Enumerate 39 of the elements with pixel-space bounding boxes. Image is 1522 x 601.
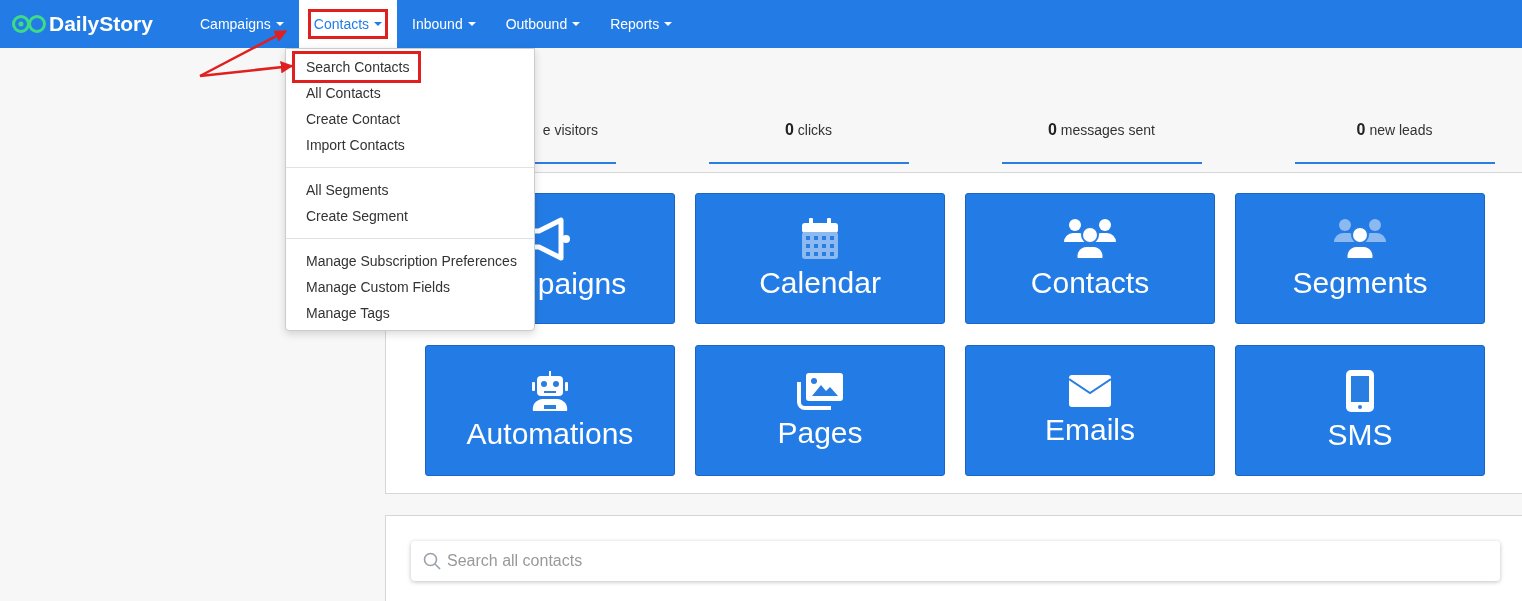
stat-text: 0 messages sent — [1048, 120, 1155, 140]
nav-menu-item[interactable]: Reports — [595, 0, 688, 48]
menu-item[interactable]: All Contacts — [286, 80, 381, 106]
dashboard-tile[interactable]: Segments — [1235, 193, 1485, 324]
robot-icon — [531, 370, 569, 411]
menu-item[interactable]: Import Contacts — [286, 132, 405, 158]
search-icon — [423, 552, 441, 570]
images-icon — [796, 371, 844, 410]
dashboard-tile[interactable]: Pages — [695, 345, 945, 476]
search-field[interactable]: Search all contacts — [411, 541, 1500, 581]
dashboard-tile[interactable]: Contacts — [965, 193, 1215, 324]
menu-item[interactable]: Create Segment — [286, 203, 408, 229]
dashboard-tile[interactable]: SMS — [1235, 345, 1485, 476]
caret-icon — [572, 22, 581, 26]
menu-item[interactable]: All Segments — [286, 177, 389, 203]
stat-text: 0 clicks — [785, 120, 832, 140]
stat-text: e visitors — [542, 121, 598, 140]
caret-icon — [664, 22, 673, 26]
caret-icon — [467, 22, 476, 26]
nav-menu-item[interactable]: Outbound — [490, 0, 596, 48]
people-icon — [1064, 217, 1116, 260]
stat-text: 0 new leads — [1356, 120, 1433, 140]
menu-item[interactable]: Search Contacts — [295, 54, 418, 80]
menu-item[interactable]: Manage Tags — [286, 300, 390, 326]
nav-menu-item[interactable]: Contacts — [298, 0, 398, 48]
brand-name[interactable]: DailyStory — [49, 12, 153, 36]
dashboard-tile[interactable]: Emails — [965, 345, 1215, 476]
calendar-icon — [801, 217, 839, 260]
caret-icon — [374, 22, 383, 26]
logo-icon — [11, 14, 47, 34]
caret-icon — [275, 22, 284, 26]
people-icon — [1334, 217, 1386, 260]
envelope-icon — [1069, 374, 1111, 407]
nav-menu-item[interactable]: Campaigns — [185, 0, 299, 48]
phone-icon — [1346, 369, 1374, 412]
dashboard-tile[interactable]: Calendar — [695, 193, 945, 324]
dashboard-tile[interactable]: Automations — [425, 345, 675, 476]
nav-menu-item[interactable]: Inbound — [397, 0, 491, 48]
menu-item[interactable]: Create Contact — [286, 106, 401, 132]
